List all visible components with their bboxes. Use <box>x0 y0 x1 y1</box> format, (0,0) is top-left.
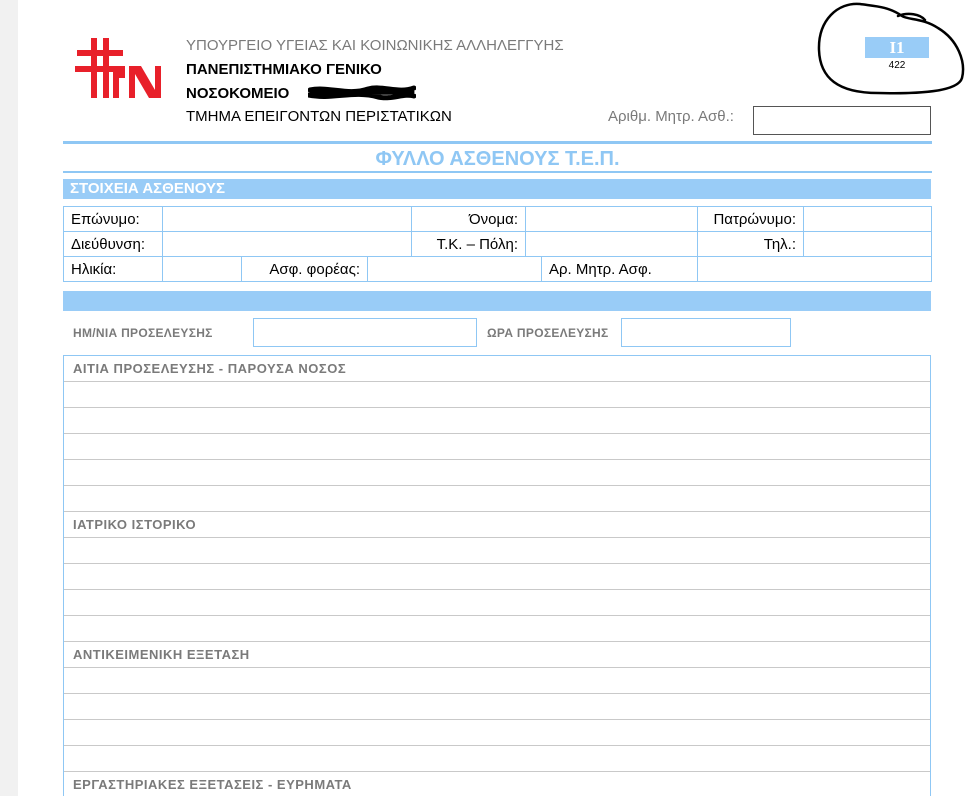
record-number-label: Αριθμ. Μητρ. Ασθ.: <box>608 108 734 125</box>
name-label: Όνομα: <box>411 206 526 232</box>
phone-label: Τηλ.: <box>697 231 804 257</box>
hand-drawn-circle <box>817 2 965 95</box>
insurer-field[interactable] <box>367 256 542 282</box>
labs-section-title: ΕΡΓΑΣΤΗΡΙΑΚΕΣ ΕΞΕΤΑΣΕΙΣ - ΕΥΡΗΜΑΤΑ <box>64 772 930 796</box>
surname-field[interactable] <box>162 206 412 232</box>
clinical-sections: ΑΙΤΙΑ ΠΡΟΣΕΛΕΥΣΗΣ - ΠΑΡΟΥΣΑ ΝΟΣΟΣ ΙΑΤΡΙΚ… <box>63 355 931 796</box>
address-label: Διεύθυνση: <box>63 231 163 257</box>
patient-section-title: ΣΤΟΙΧΕΙΑ ΑΣΘΕΝΟΥΣ <box>63 179 931 199</box>
father-name-field[interactable] <box>803 206 932 232</box>
writing-line[interactable] <box>64 434 930 460</box>
address-field[interactable] <box>162 231 412 257</box>
age-label: Ηλικία: <box>63 256 163 282</box>
form-page: ΥΠΟΥΡΓΕΙΟ ΥΓΕΙΑΣ ΚΑΙ ΚΟΙΝΩΝΙΚΗΣ ΑΛΛΗΛΕΓΓ… <box>18 0 969 796</box>
writing-line[interactable] <box>64 538 930 564</box>
title-rule <box>63 171 932 173</box>
writing-line[interactable] <box>64 564 930 590</box>
writing-line[interactable] <box>64 720 930 746</box>
name-field[interactable] <box>525 206 698 232</box>
father-name-label: Πατρώνυμο: <box>697 206 804 232</box>
form-title: ΦΥΛΛΟ ΑΣΘΕΝΟΥΣ Τ.Ε.Π. <box>375 148 620 170</box>
arrival-time-field[interactable] <box>621 318 791 347</box>
record-number-field[interactable] <box>753 106 931 135</box>
age-field[interactable] <box>162 256 242 282</box>
writing-line[interactable] <box>64 460 930 486</box>
insurance-number-label: Αρ. Μητρ. Ασφ. <box>541 256 698 282</box>
insurer-label: Ασφ. φορέας: <box>241 256 368 282</box>
redaction-scribble <box>308 85 416 101</box>
insurance-number-field[interactable] <box>697 256 932 282</box>
patient-info-table: Επώνυμο: Όνομα: Πατρώνυμο: Διεύθυνση: Τ.… <box>63 206 932 282</box>
writing-line[interactable] <box>64 694 930 720</box>
history-section-title: ΙΑΤΡΙΚΟ ΙΣΤΟΡΙΚΟ <box>64 512 930 538</box>
phone-field[interactable] <box>803 231 932 257</box>
surname-label: Επώνυμο: <box>63 206 163 232</box>
zip-city-label: Τ.Κ. – Πόλη: <box>411 231 526 257</box>
arrival-date-field[interactable] <box>253 318 477 347</box>
writing-line[interactable] <box>64 668 930 694</box>
ministry-name: ΥΠΟΥΡΓΕΙΟ ΥΓΕΙΑΣ ΚΑΙ ΚΟΙΝΩΝΙΚΗΣ ΑΛΛΗΛΕΓΓ… <box>186 37 564 54</box>
writing-line[interactable] <box>64 382 930 408</box>
hospital-logo <box>75 38 161 98</box>
exam-section-title: ΑΝΤΙΚΕΙΜΕΝΙΚΗ ΕΞΕΤΑΣΗ <box>64 642 930 668</box>
zip-city-field[interactable] <box>525 231 698 257</box>
arrival-time-label: ΩΡΑ ΠΡΟΣΕΛΕΥΣΗΣ <box>487 326 609 340</box>
hospital-name-line1: ΠΑΝΕΠΙΣΤΗΜΙΑΚΟ ΓΕΝΙΚΟ <box>186 61 382 78</box>
arrival-date-label: ΗΜ/ΝΙΑ ΠΡΟΣΕΛΕΥΣΗΣ <box>73 326 213 340</box>
writing-line[interactable] <box>64 486 930 512</box>
writing-line[interactable] <box>64 616 930 642</box>
department-name: ΤΜΗΜΑ ΕΠΕΙΓΟΝΤΩΝ ΠΕΡΙΣΤΑΤΙΚΩΝ <box>186 108 452 125</box>
reason-section-title: ΑΙΤΙΑ ΠΡΟΣΕΛΕΥΣΗΣ - ΠΑΡΟΥΣΑ ΝΟΣΟΣ <box>64 356 930 382</box>
writing-line[interactable] <box>64 746 930 772</box>
writing-line[interactable] <box>64 590 930 616</box>
top-rule <box>63 141 932 144</box>
writing-line[interactable] <box>64 408 930 434</box>
hospital-name-line2: ΝΟΣΟΚΟΜΕΙΟ <box>186 85 290 102</box>
divider-bar <box>63 291 931 311</box>
